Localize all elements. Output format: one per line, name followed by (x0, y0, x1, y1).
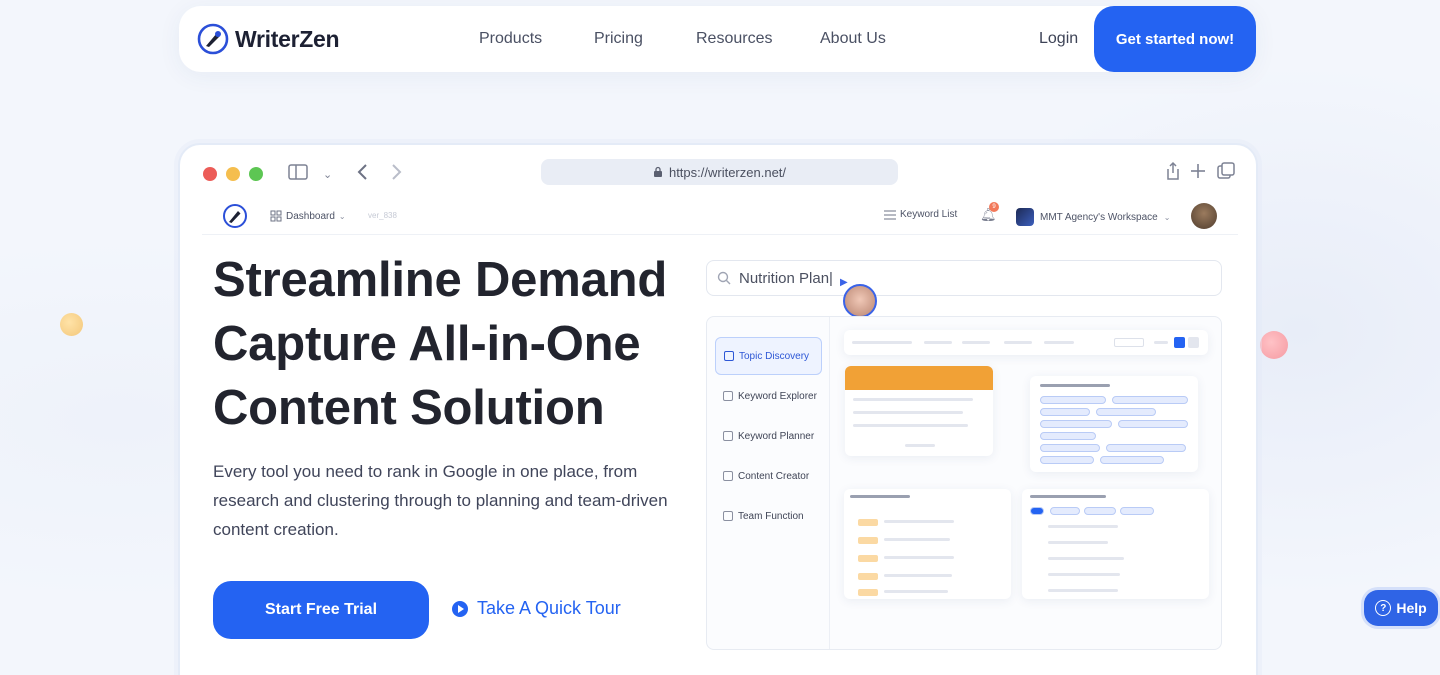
cluster-header (845, 366, 993, 390)
quick-tour-button[interactable]: Take A Quick Tour (452, 598, 621, 619)
start-free-trial-button[interactable]: Start Free Trial (213, 581, 429, 639)
grid-icon (270, 210, 282, 222)
collaborator-avatar (843, 284, 877, 318)
minimize-window-button[interactable] (226, 167, 240, 181)
nav-pricing[interactable]: Pricing (594, 30, 643, 48)
sidebar-item-keyword-explorer[interactable]: Keyword Explorer (715, 377, 822, 415)
hero-title: Streamline Demand Capture All-in-One Con… (213, 253, 668, 435)
creator-icon (723, 471, 733, 481)
workspace-label: MMT Agency's Workspace (1040, 211, 1158, 223)
get-started-button[interactable]: Get started now! (1094, 6, 1256, 72)
suggest-insights-card (1022, 489, 1209, 599)
headlines-card (844, 489, 1011, 599)
topic-cluster-card (845, 366, 993, 456)
share-icon[interactable] (1165, 161, 1181, 181)
avatar[interactable] (1191, 203, 1217, 229)
quick-tour-label: Take A Quick Tour (477, 598, 621, 618)
url-text: https://writerzen.net/ (668, 164, 787, 180)
forward-arrow-icon[interactable] (391, 163, 403, 181)
related-searches-card (1030, 376, 1198, 472)
dashboard-menu[interactable]: Dashboard ⌄ (270, 210, 346, 222)
help-button[interactable]: ? Help (1364, 590, 1438, 626)
workspace-logo (1016, 208, 1034, 226)
hero-subtitle: Every tool you need to rank in Google in… (213, 462, 668, 539)
sidebar-item-label: Keyword Planner (738, 430, 815, 442)
sidebar-item-label: Content Creator (738, 470, 810, 482)
dashboard-label: Dashboard (286, 210, 335, 222)
version-label: ver_838 (368, 211, 397, 220)
brand-logo[interactable]: WriterZen (197, 23, 340, 55)
close-window-button[interactable] (203, 167, 217, 181)
team-icon (723, 511, 733, 521)
maximize-window-button[interactable] (249, 167, 263, 181)
logo-icon (197, 23, 229, 55)
help-label: Help (1396, 600, 1427, 616)
sidebar-toggle-icon[interactable] (288, 164, 308, 180)
brand-name: WriterZen (235, 25, 340, 52)
workspace-switcher[interactable]: MMT Agency's Workspace ⌄ (1016, 208, 1170, 226)
keyword-list-button[interactable]: Keyword List (884, 209, 957, 220)
chevron-down-icon: ⌄ (338, 211, 346, 221)
back-arrow-icon[interactable] (356, 163, 368, 181)
login-link[interactable]: Login (1039, 30, 1078, 48)
search-icon (717, 271, 731, 285)
search-value: Nutrition Plan| (739, 269, 833, 287)
feature-sidebar: Topic Discovery Keyword Explorer Keyword… (707, 317, 830, 649)
list-icon (884, 210, 896, 219)
question-icon: ? (1375, 600, 1392, 616)
sidebar-item-team-function[interactable]: Team Function (715, 497, 822, 535)
app-header: Dashboard ⌄ ver_838 Keyword List 🔔︎ 9 MM… (202, 197, 1238, 235)
sidebar-item-topic-discovery[interactable]: Topic Discovery (715, 337, 822, 375)
app-panel: Topic Discovery Keyword Explorer Keyword… (706, 316, 1222, 650)
pointer-icon: ▶ (840, 277, 848, 288)
plus-icon[interactable] (1190, 163, 1206, 179)
topic-search-input[interactable]: Nutrition Plan| (706, 260, 1222, 296)
lock-icon (653, 166, 662, 177)
address-bar[interactable]: https://writerzen.net/ (541, 159, 898, 185)
chevron-down-icon[interactable]: ⌄ (323, 167, 332, 183)
explorer-icon (723, 391, 733, 401)
nav-about-us[interactable]: About Us (820, 30, 886, 48)
results-toolbar (844, 330, 1208, 355)
sidebar-item-content-creator[interactable]: Content Creator (715, 457, 822, 495)
nav-products[interactable]: Products (479, 30, 542, 48)
app-logo-icon[interactable] (222, 203, 248, 229)
notification-badge: 9 (989, 202, 999, 212)
chevron-down-icon: ⌄ (1163, 212, 1171, 222)
sidebar-item-keyword-planner[interactable]: Keyword Planner (715, 417, 822, 455)
sidebar-item-label: Keyword Explorer (738, 390, 817, 402)
sidebar-item-label: Topic Discovery (739, 350, 810, 362)
tabs-icon[interactable] (1217, 162, 1235, 180)
play-icon (452, 600, 468, 617)
decorative-dot (60, 313, 83, 336)
sidebar-item-label: Team Function (738, 510, 804, 522)
keyword-list-label: Keyword List (900, 209, 958, 220)
top-navbar: WriterZen Products Pricing Resources Abo… (179, 6, 1256, 72)
nav-resources[interactable]: Resources (696, 30, 772, 48)
planner-icon (723, 431, 733, 441)
topic-icon (724, 351, 734, 361)
decorative-dot (1260, 331, 1288, 359)
